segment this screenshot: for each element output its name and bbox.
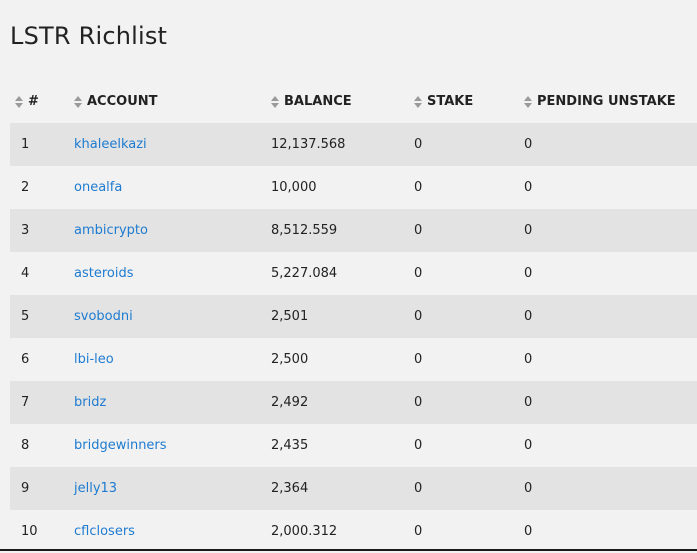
stake-cell: 0: [414, 123, 524, 166]
rank-cell: 1: [10, 123, 74, 166]
pending-unstake-cell: 0: [524, 510, 697, 553]
table-row: 5 svobodni 2,501 0 0: [10, 295, 697, 338]
account-cell: bridz: [74, 381, 271, 424]
balance-cell: 5,227.084: [271, 252, 414, 295]
rank-cell: 8: [10, 424, 74, 467]
pending-unstake-cell: 0: [524, 295, 697, 338]
column-header-label: STAKE: [427, 94, 474, 109]
balance-cell: 2,501: [271, 295, 414, 338]
table-header-row: # ACCOUNT BALANCE STAKE PENDING UNSTAKE: [10, 80, 697, 123]
rank-cell: 5: [10, 295, 74, 338]
rank-cell: 7: [10, 381, 74, 424]
account-cell: lbi-leo: [74, 338, 271, 381]
balance-cell: 10,000: [271, 166, 414, 209]
stake-cell: 0: [414, 381, 524, 424]
balance-cell: 2,492: [271, 381, 414, 424]
account-cell: svobodni: [74, 295, 271, 338]
rank-cell: 6: [10, 338, 74, 381]
account-link[interactable]: svobodni: [74, 309, 133, 324]
pending-unstake-cell: 0: [524, 166, 697, 209]
balance-cell: 2,435: [271, 424, 414, 467]
account-cell: khaleelkazi: [74, 123, 271, 166]
column-header-pending-unstake[interactable]: PENDING UNSTAKE: [524, 80, 697, 123]
balance-cell: 12,137.568: [271, 123, 414, 166]
stake-cell: 0: [414, 252, 524, 295]
stake-cell: 0: [414, 209, 524, 252]
column-header-label: PENDING UNSTAKE: [537, 94, 676, 109]
balance-cell: 2,500: [271, 338, 414, 381]
table-row: 3 ambicrypto 8,512.559 0 0: [10, 209, 697, 252]
account-link[interactable]: cflclosers: [74, 524, 135, 539]
column-header-rank[interactable]: #: [10, 80, 74, 123]
account-link[interactable]: onealfa: [74, 180, 122, 195]
account-cell: asteroids: [74, 252, 271, 295]
rank-cell: 4: [10, 252, 74, 295]
stake-cell: 0: [414, 424, 524, 467]
rank-cell: 10: [10, 510, 74, 553]
account-cell: ambicrypto: [74, 209, 271, 252]
richlist-table: # ACCOUNT BALANCE STAKE PENDING UNSTAKE …: [10, 80, 697, 553]
account-link[interactable]: ambicrypto: [74, 223, 148, 238]
stake-cell: 0: [414, 467, 524, 510]
stake-cell: 0: [414, 510, 524, 553]
stake-cell: 0: [414, 166, 524, 209]
column-header-label: BALANCE: [284, 94, 352, 109]
sort-icon[interactable]: [414, 95, 422, 108]
column-header-stake[interactable]: STAKE: [414, 80, 524, 123]
rank-cell: 9: [10, 467, 74, 510]
account-link[interactable]: bridgewinners: [74, 438, 167, 453]
sort-icon[interactable]: [74, 95, 82, 108]
table-row: 2 onealfa 10,000 0 0: [10, 166, 697, 209]
table-row: 4 asteroids 5,227.084 0 0: [10, 252, 697, 295]
table-row: 1 khaleelkazi 12,137.568 0 0: [10, 123, 697, 166]
pending-unstake-cell: 0: [524, 252, 697, 295]
table-row: 8 bridgewinners 2,435 0 0: [10, 424, 697, 467]
sort-icon[interactable]: [271, 95, 279, 108]
balance-cell: 2,000.312: [271, 510, 414, 553]
rank-cell: 3: [10, 209, 74, 252]
pending-unstake-cell: 0: [524, 381, 697, 424]
balance-cell: 2,364: [271, 467, 414, 510]
pending-unstake-cell: 0: [524, 424, 697, 467]
sort-icon[interactable]: [15, 95, 23, 108]
account-link[interactable]: khaleelkazi: [74, 137, 147, 152]
account-link[interactable]: lbi-leo: [74, 352, 114, 367]
account-cell: onealfa: [74, 166, 271, 209]
column-header-label: #: [28, 94, 39, 109]
rank-cell: 2: [10, 166, 74, 209]
account-cell: cflclosers: [74, 510, 271, 553]
table-row: 10 cflclosers 2,000.312 0 0: [10, 510, 697, 553]
account-link[interactable]: jelly13: [74, 481, 117, 496]
pending-unstake-cell: 0: [524, 209, 697, 252]
column-header-balance[interactable]: BALANCE: [271, 80, 414, 123]
pending-unstake-cell: 0: [524, 338, 697, 381]
column-header-label: ACCOUNT: [87, 94, 158, 109]
balance-cell: 8,512.559: [271, 209, 414, 252]
pending-unstake-cell: 0: [524, 467, 697, 510]
account-cell: jelly13: [74, 467, 271, 510]
pending-unstake-cell: 0: [524, 123, 697, 166]
table-row: 7 bridz 2,492 0 0: [10, 381, 697, 424]
account-link[interactable]: bridz: [74, 395, 106, 410]
table-row: 9 jelly13 2,364 0 0: [10, 467, 697, 510]
stake-cell: 0: [414, 295, 524, 338]
column-header-account[interactable]: ACCOUNT: [74, 80, 271, 123]
sort-icon[interactable]: [524, 95, 532, 108]
table-row: 6 lbi-leo 2,500 0 0: [10, 338, 697, 381]
stake-cell: 0: [414, 338, 524, 381]
page-title: LSTR Richlist: [10, 22, 168, 50]
account-cell: bridgewinners: [74, 424, 271, 467]
account-link[interactable]: asteroids: [74, 266, 133, 281]
